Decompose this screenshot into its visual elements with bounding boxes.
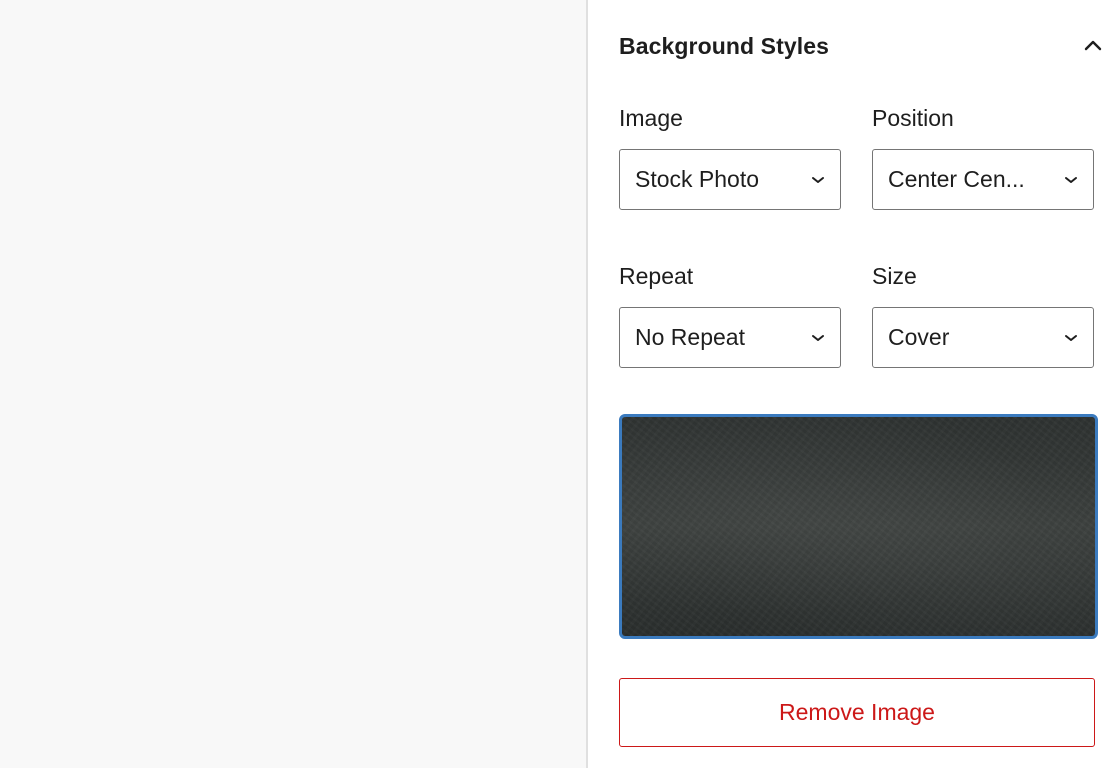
repeat-select[interactable]: No Repeat <box>619 307 841 368</box>
remove-image-button[interactable]: Remove Image <box>619 678 1095 747</box>
repeat-field: Repeat No Repeat <box>619 261 841 368</box>
chevron-down-icon <box>808 170 828 190</box>
size-field: Size Cover <box>872 261 1094 368</box>
position-select[interactable]: Center Cen... <box>872 149 1094 210</box>
image-label: Image <box>619 105 683 131</box>
position-label: Position <box>872 105 954 131</box>
panel-title: Background Styles <box>619 32 830 59</box>
size-select[interactable]: Cover <box>872 307 1094 368</box>
image-select[interactable]: Stock Photo <box>619 149 841 210</box>
image-field: Image Stock Photo <box>619 103 841 210</box>
size-label: Size <box>872 263 917 289</box>
chevron-up-icon[interactable] <box>1073 26 1113 66</box>
chevron-down-icon <box>1061 170 1081 190</box>
position-select-value: Center Cen... <box>888 166 1025 192</box>
size-select-value: Cover <box>888 324 950 350</box>
panel-header[interactable]: Background Styles <box>619 22 1102 70</box>
repeat-select-value: No Repeat <box>635 324 745 350</box>
chevron-down-icon <box>808 328 828 348</box>
editor-canvas <box>0 0 586 768</box>
settings-sidebar: Background Styles Image Stock Photo Posi… <box>588 0 1116 768</box>
image-select-value: Stock Photo <box>635 166 760 192</box>
repeat-label: Repeat <box>619 263 694 289</box>
background-image-preview[interactable] <box>619 414 1098 639</box>
chevron-down-icon <box>1061 328 1081 348</box>
position-field: Position Center Cen... <box>872 103 1094 210</box>
